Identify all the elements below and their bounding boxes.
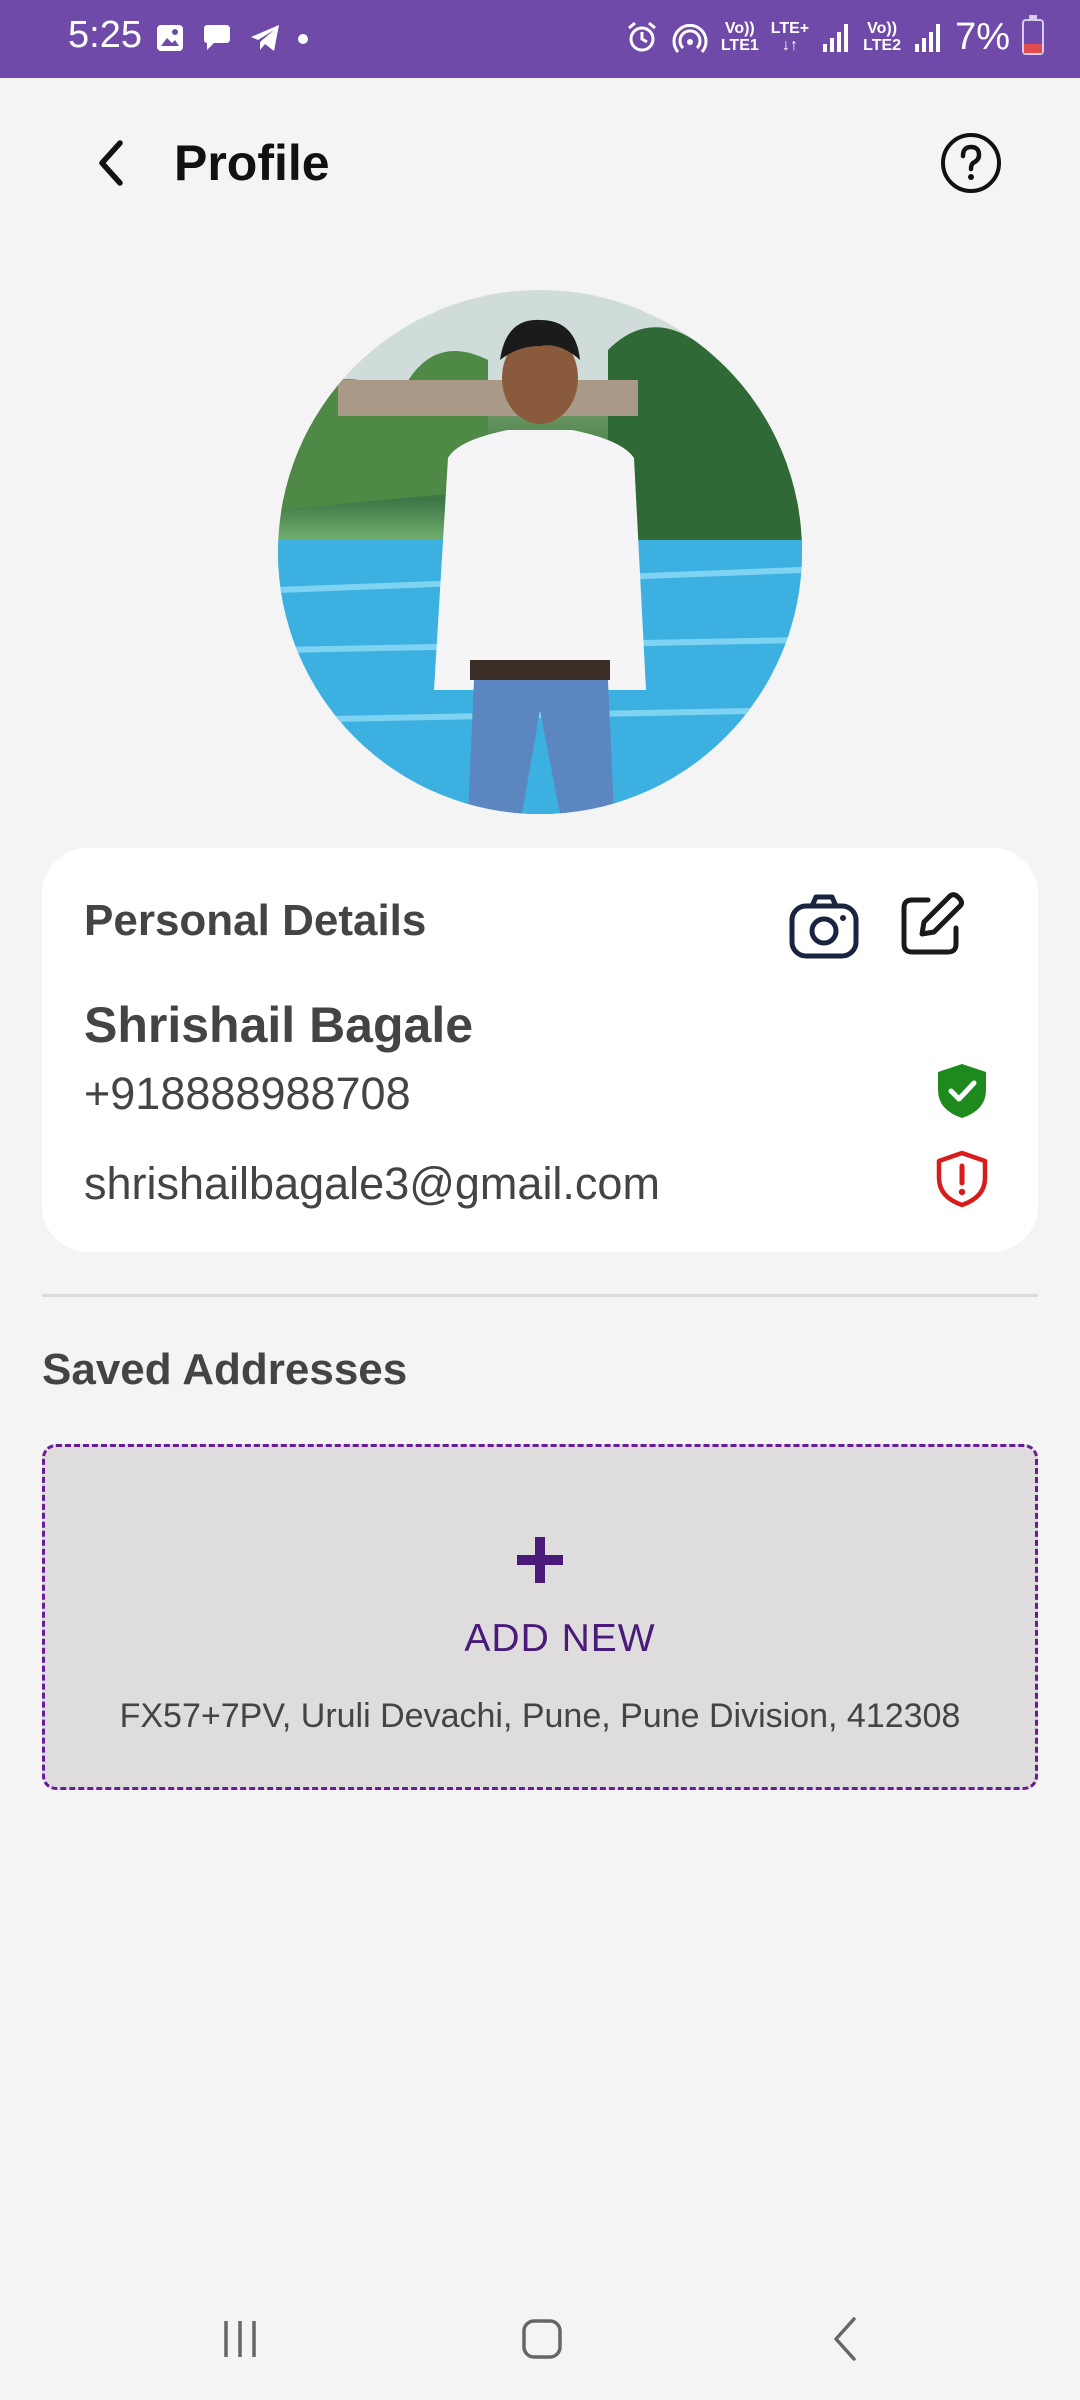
recents-button[interactable] (200, 2304, 280, 2374)
lte-indicator: LTE+ ↓↑ (770, 20, 810, 54)
system-icons: Vo)) LTE1 LTE+ ↓↑ Vo)) LTE2 7% (625, 14, 1044, 60)
sim2-network: Vo)) LTE2 (863, 20, 902, 54)
battery-icon (1022, 15, 1044, 55)
personal-details-card: Personal Details Shrishail Bagale +91888… (42, 848, 1038, 1252)
profile-avatar[interactable] (278, 290, 802, 814)
battery-percent: 7% (955, 15, 1010, 58)
address-text: FX57+7PV, Uruli Devachi, Pune, Pune Divi… (119, 1697, 961, 1735)
user-email: shrishailbagale3@gmail.com (84, 1158, 660, 1209)
page-title: Profile (174, 135, 330, 191)
signal-icon (915, 24, 941, 52)
section-divider (42, 1294, 1038, 1297)
edit-icon[interactable] (898, 892, 964, 958)
gallery-icon (157, 25, 183, 51)
plus-icon (517, 1537, 563, 1583)
home-icon (522, 2319, 562, 2359)
user-phone: +918888988708 (84, 1068, 411, 1119)
recents-icon (224, 2321, 256, 2357)
telegram-icon (251, 25, 279, 51)
personal-details-title: Personal Details (84, 896, 427, 945)
dot-icon (298, 34, 308, 44)
system-nav-bar (0, 2280, 1080, 2400)
saved-addresses-title: Saved Addresses (42, 1345, 408, 1394)
add-new-address-button[interactable]: ADD NEW FX57+7PV, Uruli Devachi, Pune, P… (42, 1444, 1038, 1790)
chat-icon (204, 25, 230, 50)
help-icon[interactable] (940, 132, 1002, 194)
alarm-icon (627, 21, 656, 52)
verified-shield-icon (938, 1064, 986, 1118)
app-bar: Profile (0, 78, 1080, 248)
user-name: Shrishail Bagale (84, 997, 474, 1053)
profile-photo (278, 290, 802, 814)
add-new-label: ADD NEW (464, 1617, 656, 1660)
nav-back-button[interactable] (806, 2304, 886, 2374)
notification-icons (154, 18, 310, 58)
status-time: 5:25 (68, 14, 142, 56)
status-bar: 5:25 Vo)) LTE1 LTE+ ↓↑ Vo)) LTE2 7% (0, 0, 1080, 78)
chevron-left-icon (99, 140, 123, 186)
signal-icon (823, 24, 849, 52)
hotspot-icon (672, 23, 708, 53)
sim1-network: Vo)) LTE1 (720, 20, 759, 54)
camera-icon[interactable] (788, 892, 860, 960)
back-button[interactable] (82, 128, 142, 198)
back-icon (834, 2317, 856, 2361)
home-button[interactable] (502, 2304, 582, 2374)
unverified-shield-icon[interactable] (936, 1150, 988, 1208)
